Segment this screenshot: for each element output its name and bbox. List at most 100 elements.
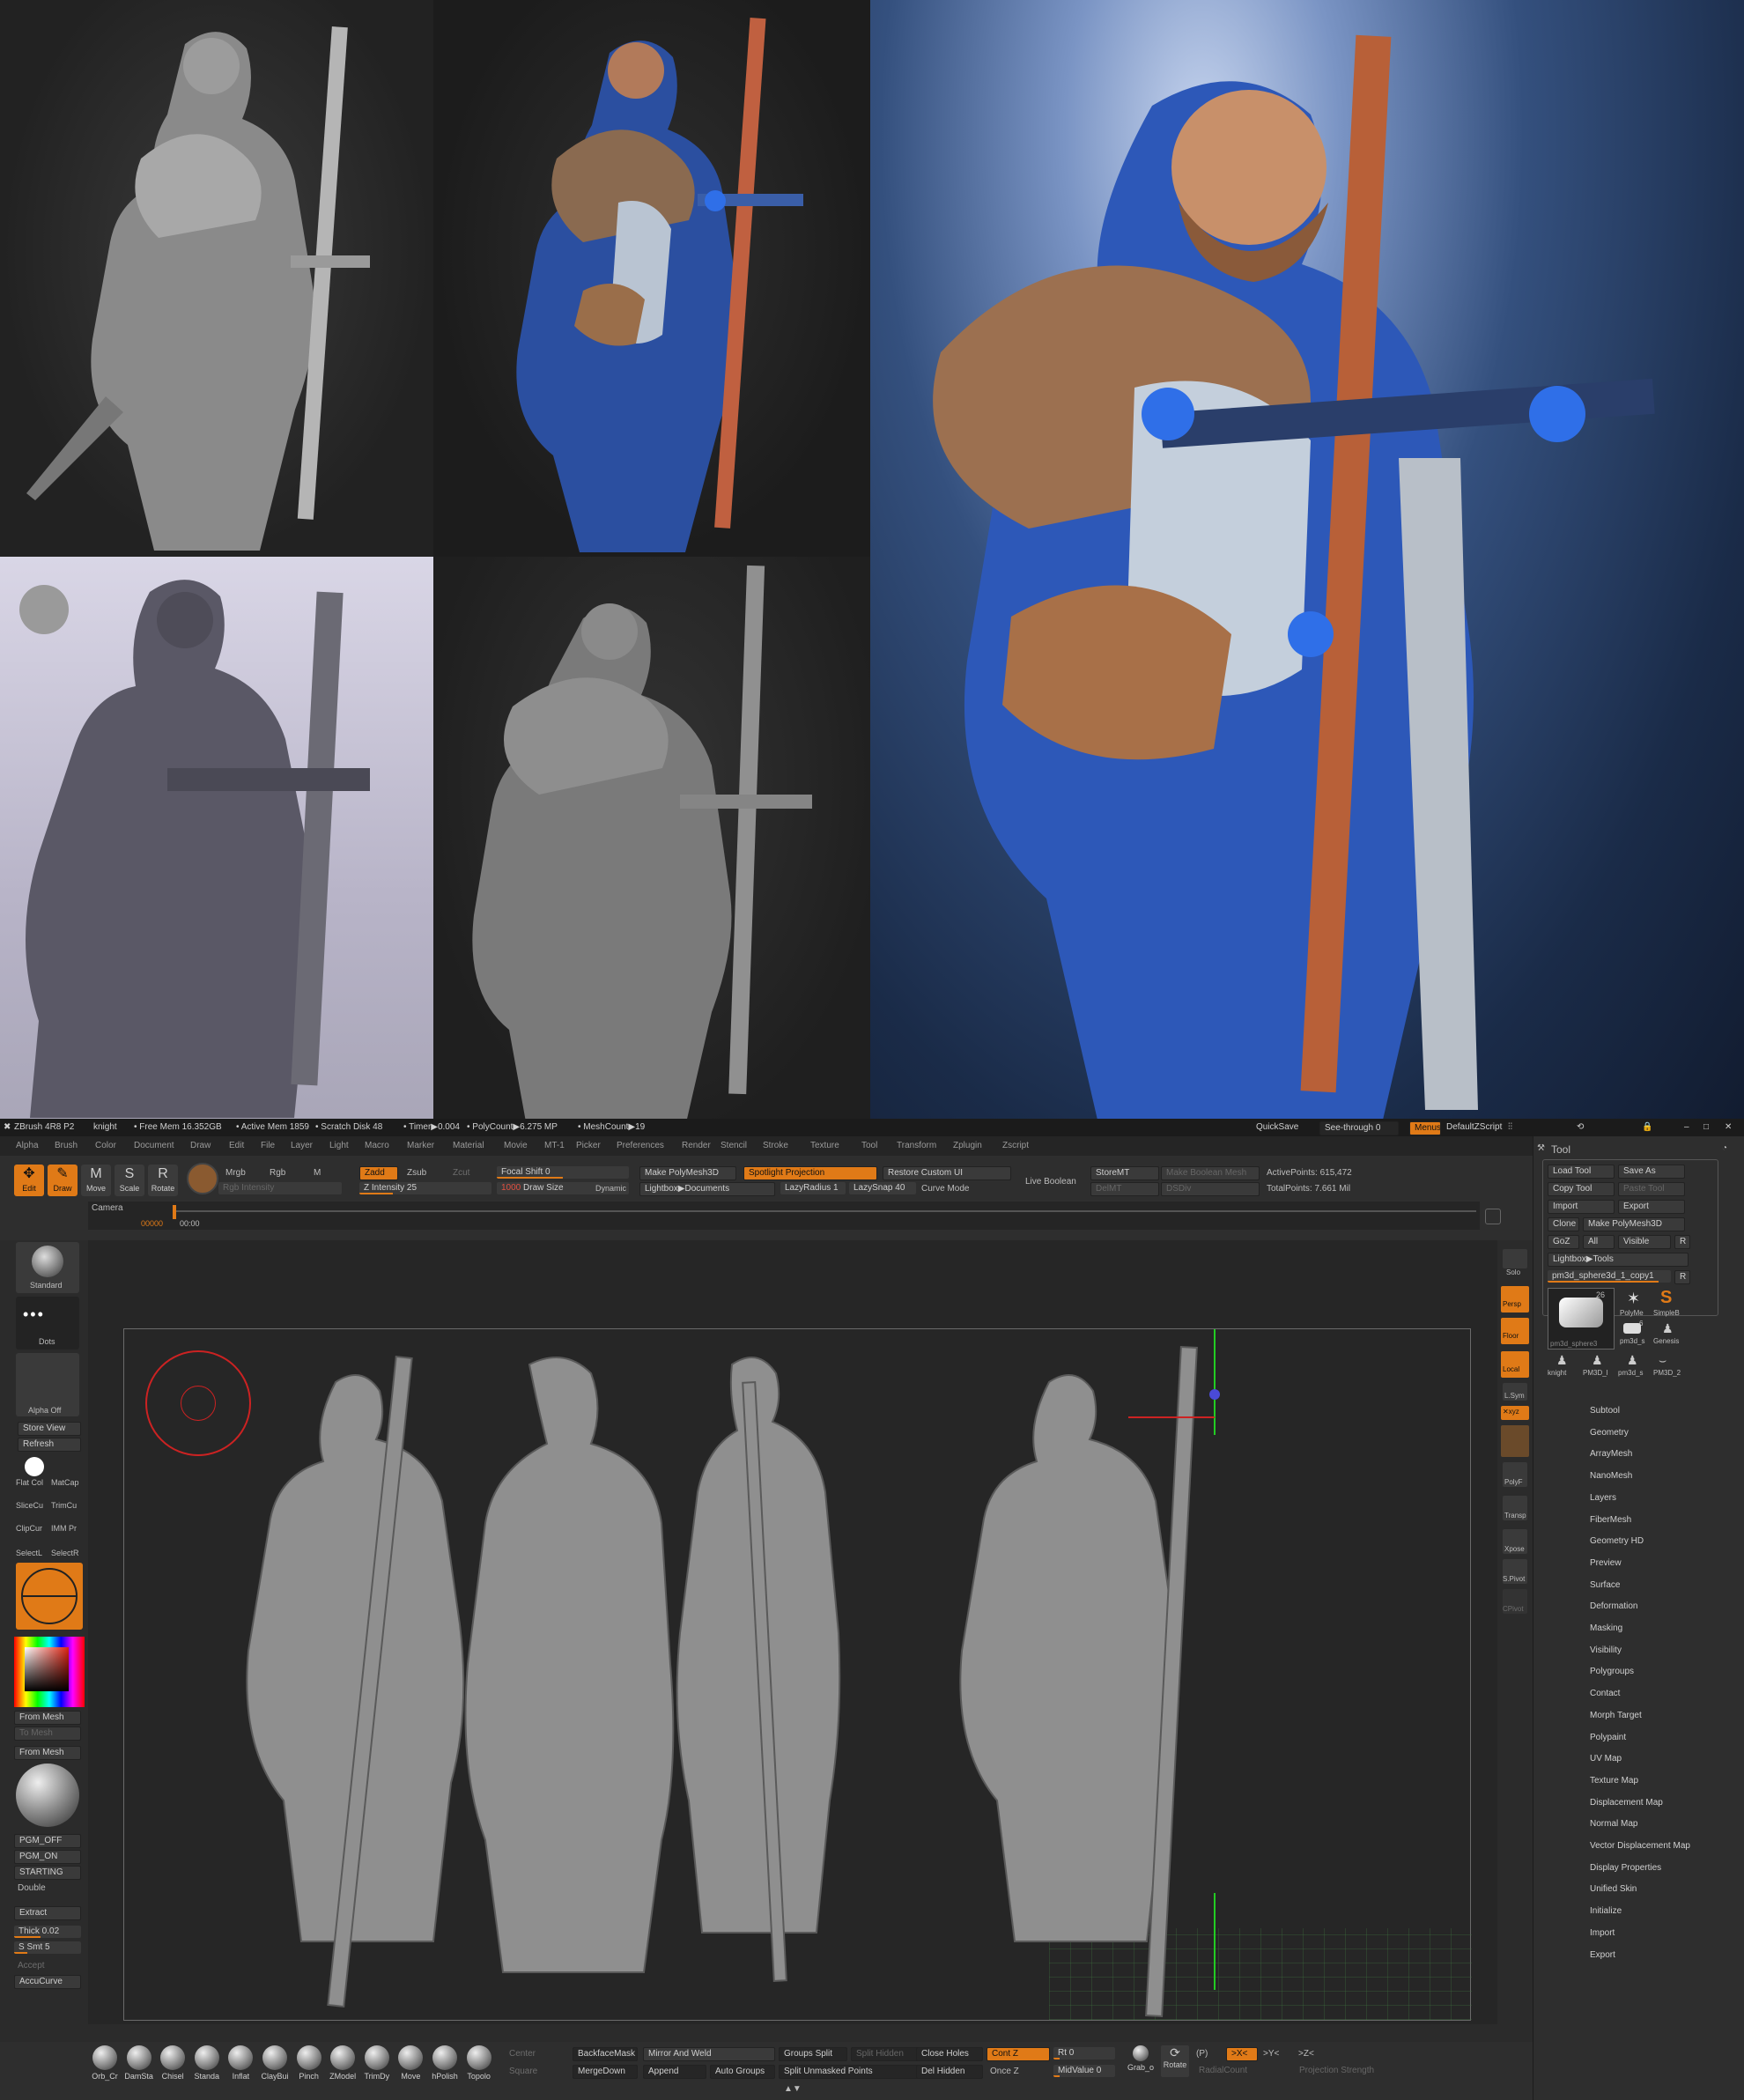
storemt-button[interactable]: StoreMT xyxy=(1090,1166,1159,1180)
quicksave-button[interactable]: QuickSave xyxy=(1256,1122,1298,1132)
move-button[interactable]: M Move xyxy=(81,1165,111,1196)
grab-brush[interactable]: Grab_o xyxy=(1124,2045,1157,2072)
backfacemask-button[interactable]: BackfaceMask xyxy=(573,2047,638,2061)
solo-button[interactable]: Solo xyxy=(1503,1249,1527,1276)
menu-file[interactable]: File xyxy=(261,1141,275,1150)
lazyradius-slider[interactable]: LazyRadius 1 xyxy=(780,1182,846,1194)
append-button[interactable]: Append xyxy=(643,2065,706,2079)
selectlasso-brush[interactable]: SelectL xyxy=(16,1549,42,1557)
export-button[interactable]: Export xyxy=(1618,1200,1685,1214)
brush-standa[interactable]: Standa xyxy=(190,2045,224,2081)
minimize-icon[interactable]: – xyxy=(1684,1122,1689,1132)
tool-menu-subtool[interactable]: Subtool xyxy=(1590,1406,1620,1416)
split-unmasked-points-button[interactable]: Split Unmasked Points xyxy=(779,2065,918,2079)
menu-stroke[interactable]: Stroke xyxy=(763,1141,788,1150)
tool-menu-fibermesh[interactable]: FiberMesh xyxy=(1590,1515,1631,1525)
once-z-button[interactable]: Once Z xyxy=(990,2067,1019,2076)
timeline[interactable]: Camera 00000 00:00 xyxy=(88,1202,1480,1230)
current-tool-thumbnail[interactable]: 26 pm3d_sphere3 xyxy=(1548,1288,1615,1349)
lsym-button[interactable]: L.Sym xyxy=(1503,1383,1527,1401)
dots-stroke-slot[interactable]: ••• Dots xyxy=(16,1297,79,1349)
maximize-icon[interactable]: □ xyxy=(1703,1122,1709,1132)
brush-damsta[interactable]: DamSta xyxy=(122,2045,156,2081)
canvas[interactable] xyxy=(123,1328,1472,2021)
x-symmetry-button[interactable]: >X< xyxy=(1226,2047,1258,2061)
spotlight-projection-button[interactable]: Spotlight Projection xyxy=(743,1166,877,1180)
menu-texture[interactable]: Texture xyxy=(810,1141,839,1150)
starting-button[interactable]: STARTING xyxy=(14,1866,81,1880)
menu-zplugin[interactable]: Zplugin xyxy=(953,1141,982,1150)
tool-menu-geometry[interactable]: Geometry xyxy=(1590,1428,1629,1438)
tool-menu-layers[interactable]: Layers xyxy=(1590,1493,1616,1503)
midvalue-slider[interactable]: MidValue 0 xyxy=(1053,2065,1115,2077)
mrgb-button[interactable]: Mrgb xyxy=(225,1168,246,1178)
thick-slider[interactable]: Thick 0.02 xyxy=(14,1926,81,1938)
tool-menu-import[interactable]: Import xyxy=(1590,1928,1615,1938)
menu-layer[interactable]: Layer xyxy=(291,1141,313,1150)
from-mesh-button[interactable]: From Mesh xyxy=(14,1711,81,1725)
simplebrush-tool-thumbnail[interactable]: S SimpleB xyxy=(1653,1288,1685,1320)
trimcurve-brush[interactable]: TrimCu xyxy=(51,1501,77,1510)
shelf-scroll-icon[interactable]: ▲▼ xyxy=(784,2084,802,2094)
menu-edit[interactable]: Edit xyxy=(229,1141,244,1150)
selectrect-brush[interactable]: SelectR xyxy=(51,1549,79,1557)
menu-material[interactable]: Material xyxy=(453,1141,484,1150)
split-hidden-button[interactable]: Split Hidden xyxy=(851,2047,918,2061)
pgm-on-button[interactable]: PGM_ON xyxy=(14,1850,81,1864)
timeline-toggle[interactable] xyxy=(1485,1209,1501,1224)
zcut-button[interactable]: Zcut xyxy=(453,1168,469,1178)
tool-menu-morph-target[interactable]: Morph Target xyxy=(1590,1711,1642,1720)
tool-menu-texture-map[interactable]: Texture Map xyxy=(1590,1776,1638,1786)
color-saturation-box[interactable] xyxy=(25,1647,69,1691)
zsub-button[interactable]: Zsub xyxy=(407,1168,426,1178)
material-swatch[interactable] xyxy=(187,1163,218,1194)
timeline-track[interactable] xyxy=(173,1210,1476,1212)
polyf-button[interactable]: PolyF xyxy=(1503,1462,1527,1487)
spivot-button[interactable]: S.Pivot xyxy=(1503,1559,1527,1584)
clipcurve-brush[interactable]: ClipCur xyxy=(16,1524,42,1533)
pm3d-s-tool-thumbnail[interactable]: 6 pm3d_s xyxy=(1620,1320,1652,1349)
brush-trimdy[interactable]: TrimDy xyxy=(360,2045,394,2081)
import-button[interactable]: Import xyxy=(1548,1200,1615,1214)
rt-slider[interactable]: Rt 0 xyxy=(1053,2047,1115,2059)
menu-color[interactable]: Color xyxy=(95,1141,116,1150)
accucurve-button[interactable]: AccuCurve xyxy=(14,1975,81,1989)
lazysnap-slider[interactable]: LazySnap 40 xyxy=(849,1182,916,1194)
brush-inflat[interactable]: Inflat xyxy=(224,2045,257,2081)
menu-light[interactable]: Light xyxy=(329,1141,349,1150)
menu-document[interactable]: Document xyxy=(134,1141,174,1150)
z-intensity-slider[interactable]: Z Intensity 25 xyxy=(359,1182,491,1194)
frame-button[interactable] xyxy=(1501,1425,1529,1457)
auto-groups-button[interactable]: Auto Groups xyxy=(710,2065,775,2079)
tool-menu-visibility[interactable]: Visibility xyxy=(1590,1645,1622,1655)
local-button[interactable]: Local xyxy=(1501,1351,1529,1378)
tool-menu-polypaint[interactable]: Polypaint xyxy=(1590,1733,1626,1742)
projection-strength-slider[interactable]: Projection Strength xyxy=(1295,2065,1409,2077)
store-view-button[interactable]: Store View xyxy=(18,1422,81,1436)
paste-tool-button[interactable]: Paste Tool xyxy=(1618,1182,1685,1196)
genesis-tool-thumbnail[interactable]: ♟ Genesis xyxy=(1653,1321,1685,1349)
lock-icon[interactable]: 🔒 xyxy=(1642,1122,1652,1132)
xpose-button[interactable]: Xpose xyxy=(1503,1529,1527,1554)
p-toggle[interactable]: (P) xyxy=(1196,2049,1208,2059)
dsdiv-slider[interactable]: DSDiv xyxy=(1161,1182,1260,1196)
tool-menu-nanomesh[interactable]: NanoMesh xyxy=(1590,1471,1632,1481)
xyz-button[interactable]: ✕xyz xyxy=(1501,1406,1529,1420)
r-button-2[interactable]: R xyxy=(1674,1270,1690,1284)
make-polymesh3d-button[interactable]: Make PolyMesh3D xyxy=(639,1166,736,1180)
restore-custom-ui-button[interactable]: Restore Custom UI xyxy=(883,1166,1011,1180)
tool-menu-uv-map[interactable]: UV Map xyxy=(1590,1754,1622,1764)
menu-preferences[interactable]: Preferences xyxy=(617,1141,664,1150)
clone-button[interactable]: Clone xyxy=(1548,1217,1579,1231)
dynamic-toggle[interactable]: Dynamic xyxy=(595,1184,626,1193)
lightbox-tools-button[interactable]: Lightbox▶Tools xyxy=(1548,1253,1689,1267)
lightbox-documents-button[interactable]: Lightbox▶Documents xyxy=(639,1182,775,1196)
draw-button[interactable]: ✎ Draw xyxy=(48,1165,78,1196)
r-button[interactable]: R xyxy=(1674,1235,1690,1249)
extract-button[interactable]: Extract xyxy=(14,1906,81,1920)
brush-zmodel[interactable]: ZModel xyxy=(326,2045,359,2081)
close-icon[interactable]: ✕ xyxy=(1725,1122,1732,1132)
menu-tool[interactable]: Tool xyxy=(861,1141,877,1150)
tool-menu-display-properties[interactable]: Display Properties xyxy=(1590,1863,1661,1873)
palette-dock-icon[interactable]: ◔ xyxy=(1722,1143,1727,1153)
